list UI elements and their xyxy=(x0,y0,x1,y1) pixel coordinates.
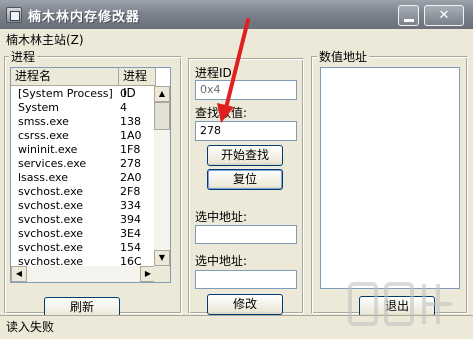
watermark-logo-icon xyxy=(348,282,452,326)
